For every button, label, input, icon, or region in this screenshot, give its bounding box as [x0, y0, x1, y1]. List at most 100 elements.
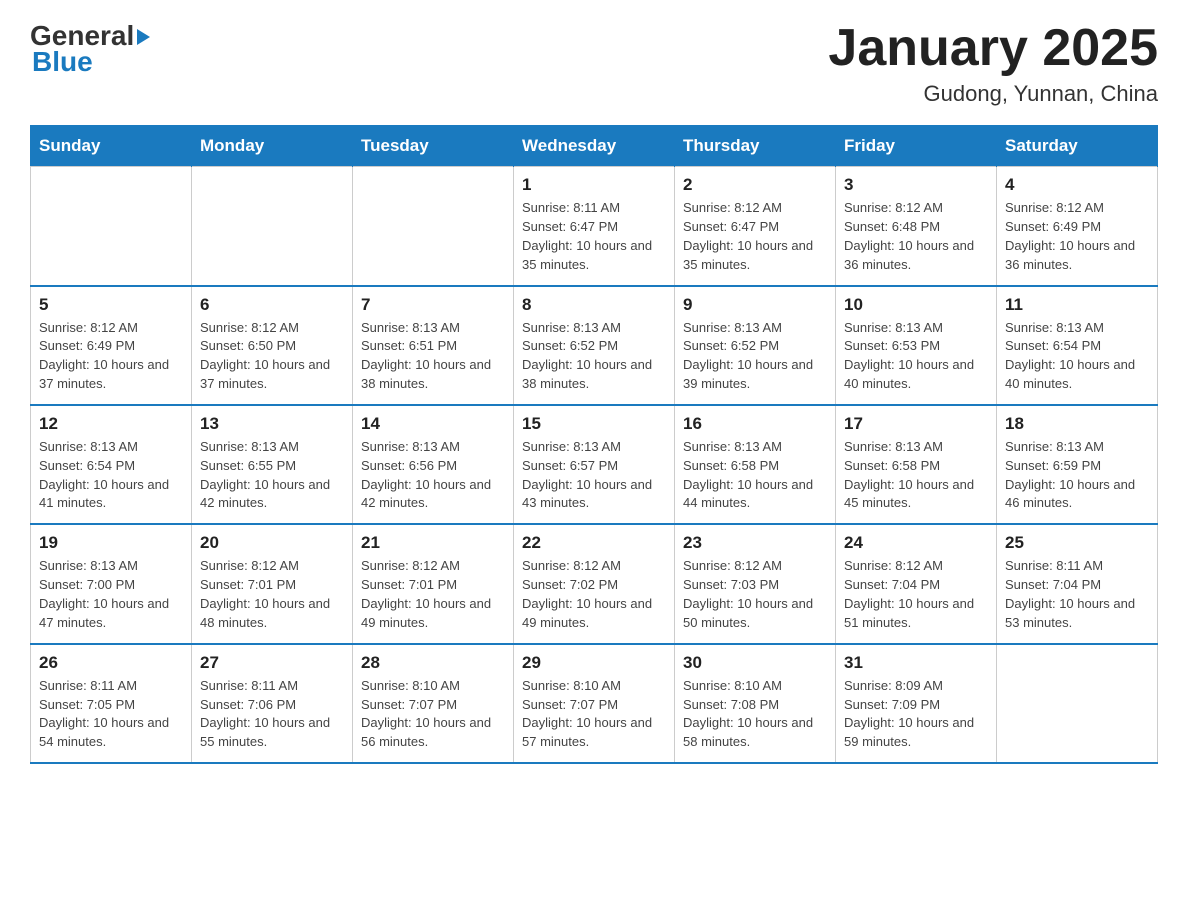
calendar-cell: 2 Sunrise: 8:12 AM Sunset: 6:47 PM Daylig… [675, 167, 836, 286]
calendar-cell [31, 167, 192, 286]
day-number: 29 [522, 653, 666, 673]
calendar-day-header: Wednesday [514, 126, 675, 167]
day-info: Sunrise: 8:12 AM Sunset: 6:50 PM Dayligh… [200, 319, 344, 394]
calendar-cell: 27 Sunrise: 8:11 AM Sunset: 7:06 PM Dayli… [192, 644, 353, 763]
calendar-cell: 1Sunrise: 8:11 AM Sunset: 6:47 PM Daylig… [514, 167, 675, 286]
day-info: Sunrise: 8:13 AM Sunset: 6:58 PM Dayligh… [844, 438, 988, 513]
day-number: 26 [39, 653, 183, 673]
day-info: Sunrise: 8:13 AM Sunset: 6:52 PM Dayligh… [683, 319, 827, 394]
day-info: Sunrise: 8:12 AM Sunset: 6:48 PM Dayligh… [844, 199, 988, 274]
calendar-cell: 26 Sunrise: 8:11 AM Sunset: 7:05 PM Dayli… [31, 644, 192, 763]
logo-blue-text: Blue [32, 46, 93, 78]
day-info: Sunrise: 8:11 AM Sunset: 7:06 PM Dayligh… [200, 677, 344, 752]
day-info: Sunrise: 8:13 AM Sunset: 6:58 PM Dayligh… [683, 438, 827, 513]
logo: General Blue [30, 20, 150, 78]
calendar-cell: 15 Sunrise: 8:13 AM Sunset: 6:57 PM Dayli… [514, 405, 675, 524]
day-number: 24 [844, 533, 988, 553]
calendar-cell: 10Sunrise: 8:13 AM Sunset: 6:53 PM Dayli… [836, 286, 997, 405]
day-number: 20 [200, 533, 344, 553]
calendar-cell: 22Sunrise: 8:12 AM Sunset: 7:02 PM Dayli… [514, 524, 675, 643]
day-info: Sunrise: 8:12 AM Sunset: 7:02 PM Dayligh… [522, 557, 666, 632]
day-number: 13 [200, 414, 344, 434]
calendar-cell: 7Sunrise: 8:13 AM Sunset: 6:51 PM Daylig… [353, 286, 514, 405]
day-number: 21 [361, 533, 505, 553]
day-info: Sunrise: 8:11 AM Sunset: 7:05 PM Dayligh… [39, 677, 183, 752]
page-header: General Blue January 2025 Gudong, Yunnan… [30, 20, 1158, 107]
day-info: Sunrise: 8:12 AM Sunset: 6:49 PM Dayligh… [39, 319, 183, 394]
day-number: 4 [1005, 175, 1149, 195]
calendar-cell: 21 Sunrise: 8:12 AM Sunset: 7:01 PM Dayli… [353, 524, 514, 643]
day-number: 28 [361, 653, 505, 673]
day-info: Sunrise: 8:10 AM Sunset: 7:07 PM Dayligh… [361, 677, 505, 752]
day-info: Sunrise: 8:13 AM Sunset: 7:00 PM Dayligh… [39, 557, 183, 632]
calendar-cell: 17 Sunrise: 8:13 AM Sunset: 6:58 PM Dayli… [836, 405, 997, 524]
calendar-cell: 31Sunrise: 8:09 AM Sunset: 7:09 PM Dayli… [836, 644, 997, 763]
day-info: Sunrise: 8:12 AM Sunset: 7:01 PM Dayligh… [200, 557, 344, 632]
day-info: Sunrise: 8:12 AM Sunset: 6:49 PM Dayligh… [1005, 199, 1149, 274]
day-info: Sunrise: 8:13 AM Sunset: 6:59 PM Dayligh… [1005, 438, 1149, 513]
day-number: 2 [683, 175, 827, 195]
calendar-week-row: 19 Sunrise: 8:13 AM Sunset: 7:00 PM Dayli… [31, 524, 1158, 643]
calendar-day-header: Friday [836, 126, 997, 167]
calendar-week-row: 1Sunrise: 8:11 AM Sunset: 6:47 PM Daylig… [31, 167, 1158, 286]
day-number: 1 [522, 175, 666, 195]
day-info: Sunrise: 8:12 AM Sunset: 7:03 PM Dayligh… [683, 557, 827, 632]
calendar-cell: 13 Sunrise: 8:13 AM Sunset: 6:55 PM Dayli… [192, 405, 353, 524]
day-number: 14 [361, 414, 505, 434]
day-number: 8 [522, 295, 666, 315]
calendar-cell: 6 Sunrise: 8:12 AM Sunset: 6:50 PM Daylig… [192, 286, 353, 405]
calendar-day-header: Tuesday [353, 126, 514, 167]
calendar-week-row: 5 Sunrise: 8:12 AM Sunset: 6:49 PM Daylig… [31, 286, 1158, 405]
calendar-cell: 28 Sunrise: 8:10 AM Sunset: 7:07 PM Dayli… [353, 644, 514, 763]
calendar-cell: 11 Sunrise: 8:13 AM Sunset: 6:54 PM Dayli… [997, 286, 1158, 405]
day-info: Sunrise: 8:13 AM Sunset: 6:57 PM Dayligh… [522, 438, 666, 513]
calendar-header-row: SundayMondayTuesdayWednesdayThursdayFrid… [31, 126, 1158, 167]
day-number: 25 [1005, 533, 1149, 553]
day-info: Sunrise: 8:11 AM Sunset: 7:04 PM Dayligh… [1005, 557, 1149, 632]
day-number: 15 [522, 414, 666, 434]
calendar-cell [353, 167, 514, 286]
calendar-cell: 4 Sunrise: 8:12 AM Sunset: 6:49 PM Daylig… [997, 167, 1158, 286]
day-info: Sunrise: 8:13 AM Sunset: 6:56 PM Dayligh… [361, 438, 505, 513]
day-number: 23 [683, 533, 827, 553]
calendar-cell: 29 Sunrise: 8:10 AM Sunset: 7:07 PM Dayli… [514, 644, 675, 763]
calendar-day-header: Saturday [997, 126, 1158, 167]
day-number: 5 [39, 295, 183, 315]
calendar-cell: 19 Sunrise: 8:13 AM Sunset: 7:00 PM Dayli… [31, 524, 192, 643]
day-info: Sunrise: 8:10 AM Sunset: 7:07 PM Dayligh… [522, 677, 666, 752]
day-number: 19 [39, 533, 183, 553]
day-number: 6 [200, 295, 344, 315]
day-number: 17 [844, 414, 988, 434]
day-info: Sunrise: 8:13 AM Sunset: 6:55 PM Dayligh… [200, 438, 344, 513]
calendar-week-row: 12Sunrise: 8:13 AM Sunset: 6:54 PM Dayli… [31, 405, 1158, 524]
day-number: 31 [844, 653, 988, 673]
calendar-day-header: Monday [192, 126, 353, 167]
calendar-body: 1Sunrise: 8:11 AM Sunset: 6:47 PM Daylig… [31, 167, 1158, 763]
calendar-cell: 25 Sunrise: 8:11 AM Sunset: 7:04 PM Dayli… [997, 524, 1158, 643]
calendar-cell: 12Sunrise: 8:13 AM Sunset: 6:54 PM Dayli… [31, 405, 192, 524]
day-number: 27 [200, 653, 344, 673]
day-number: 16 [683, 414, 827, 434]
calendar-cell: 14 Sunrise: 8:13 AM Sunset: 6:56 PM Dayli… [353, 405, 514, 524]
day-info: Sunrise: 8:12 AM Sunset: 7:01 PM Dayligh… [361, 557, 505, 632]
calendar-cell: 3 Sunrise: 8:12 AM Sunset: 6:48 PM Daylig… [836, 167, 997, 286]
calendar-cell: 23 Sunrise: 8:12 AM Sunset: 7:03 PM Dayli… [675, 524, 836, 643]
calendar-cell [997, 644, 1158, 763]
calendar-cell: 8 Sunrise: 8:13 AM Sunset: 6:52 PM Daylig… [514, 286, 675, 405]
day-info: Sunrise: 8:13 AM Sunset: 6:54 PM Dayligh… [1005, 319, 1149, 394]
day-number: 11 [1005, 295, 1149, 315]
calendar-cell: 9Sunrise: 8:13 AM Sunset: 6:52 PM Daylig… [675, 286, 836, 405]
calendar-cell: 20 Sunrise: 8:12 AM Sunset: 7:01 PM Dayli… [192, 524, 353, 643]
calendar-cell: 16 Sunrise: 8:13 AM Sunset: 6:58 PM Dayli… [675, 405, 836, 524]
day-info: Sunrise: 8:12 AM Sunset: 6:47 PM Dayligh… [683, 199, 827, 274]
day-number: 7 [361, 295, 505, 315]
page-title: January 2025 [828, 20, 1158, 77]
day-number: 18 [1005, 414, 1149, 434]
day-info: Sunrise: 8:12 AM Sunset: 7:04 PM Dayligh… [844, 557, 988, 632]
day-number: 3 [844, 175, 988, 195]
day-info: Sunrise: 8:10 AM Sunset: 7:08 PM Dayligh… [683, 677, 827, 752]
day-info: Sunrise: 8:13 AM Sunset: 6:54 PM Dayligh… [39, 438, 183, 513]
day-info: Sunrise: 8:13 AM Sunset: 6:52 PM Dayligh… [522, 319, 666, 394]
calendar-cell: 5 Sunrise: 8:12 AM Sunset: 6:49 PM Daylig… [31, 286, 192, 405]
calendar-cell: 30Sunrise: 8:10 AM Sunset: 7:08 PM Dayli… [675, 644, 836, 763]
